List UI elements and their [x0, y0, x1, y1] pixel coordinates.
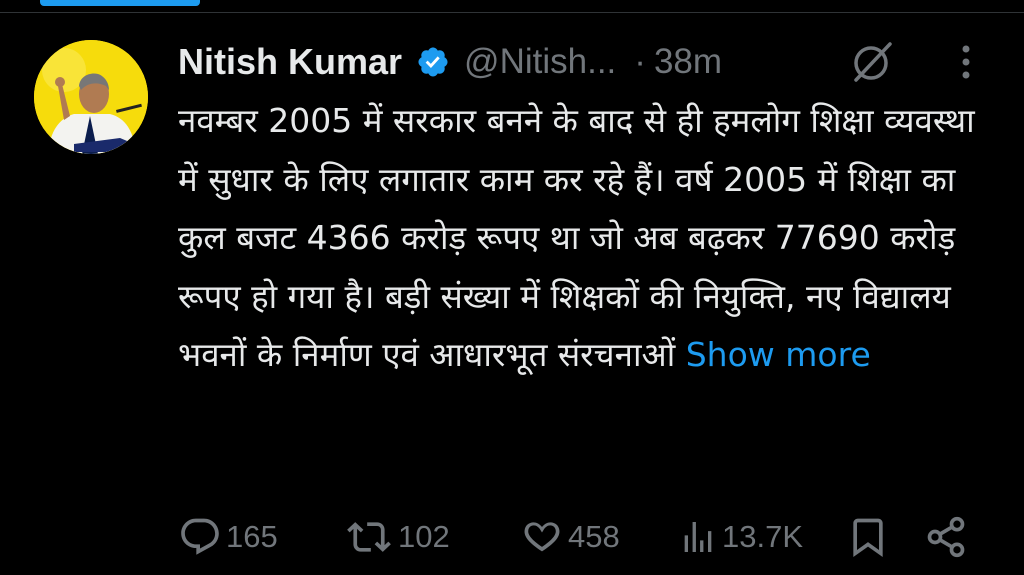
active-tab-indicator — [40, 0, 200, 6]
like-count: 458 — [568, 519, 620, 554]
avatar-image — [34, 40, 148, 154]
action-bar: 165 102 458 13.7K — [178, 512, 978, 562]
like-icon — [524, 522, 560, 552]
repost-count: 102 — [398, 519, 450, 554]
views-button[interactable]: 13.7K — [678, 512, 803, 562]
bookmark-icon — [853, 518, 883, 558]
bookmark-button[interactable] — [846, 512, 890, 562]
verified-badge-icon — [418, 47, 448, 77]
views-icon — [684, 522, 712, 552]
grok-icon[interactable] — [848, 38, 896, 86]
avatar[interactable] — [34, 40, 148, 154]
share-button[interactable] — [924, 512, 968, 562]
reply-count: 165 — [226, 519, 278, 554]
author-name[interactable]: Nitish Kumar — [178, 41, 402, 83]
view-count: 13.7K — [722, 519, 804, 554]
tweet-header: Nitish Kumar @Nitish... · 38m — [178, 38, 722, 86]
repost-button[interactable]: 102 — [344, 512, 450, 562]
tweet-text: नवम्बर 2005 में सरकार बनने के बाद से ही … — [178, 92, 978, 385]
more-options-icon[interactable] — [954, 42, 978, 82]
like-button[interactable]: 458 — [520, 512, 620, 562]
share-icon — [927, 516, 965, 558]
divider — [0, 12, 1024, 13]
repost-icon — [347, 522, 391, 552]
tweet-body: नवम्बर 2005 में सरकार बनने के बाद से ही … — [178, 101, 975, 374]
reply-button[interactable]: 165 — [178, 512, 278, 562]
reply-icon — [181, 518, 219, 555]
author-handle[interactable]: @Nitish... — [464, 42, 616, 82]
separator-dot: · — [634, 42, 646, 81]
show-more-link[interactable]: Show more — [686, 335, 871, 374]
tweet-timestamp[interactable]: 38m — [654, 42, 722, 82]
